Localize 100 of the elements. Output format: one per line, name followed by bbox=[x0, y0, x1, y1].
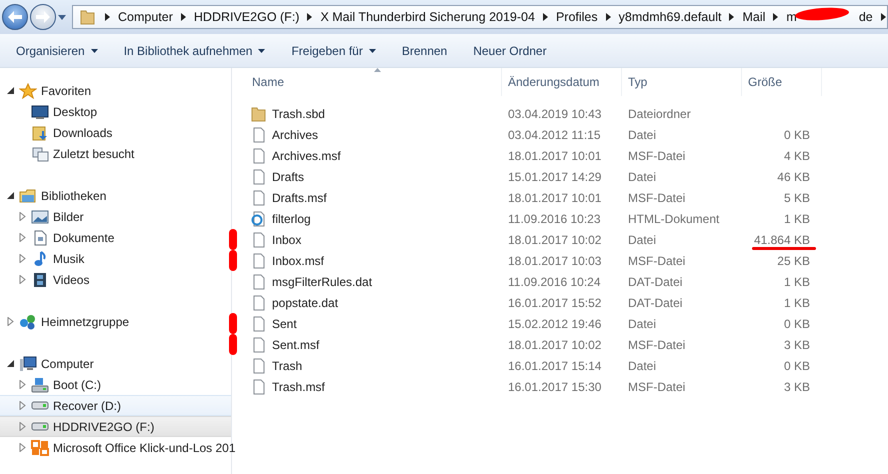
nav-group[interactable]: Favoriten bbox=[0, 80, 231, 101]
nav-item[interactable]: Videos bbox=[0, 269, 231, 290]
nav-item[interactable]: HDDRIVE2GO (F:) bbox=[0, 416, 231, 437]
file-name[interactable]: Drafts.msf bbox=[272, 190, 327, 204]
collapsed-arrow-icon[interactable] bbox=[18, 212, 27, 221]
type-cell-text: MSF-Datei bbox=[627, 380, 686, 394]
folder-icon bbox=[79, 9, 97, 25]
system-drive-icon bbox=[31, 376, 49, 392]
chevron-icon bbox=[180, 13, 186, 21]
arrow-right-icon bbox=[36, 11, 50, 23]
size-cell: 3 KB bbox=[784, 338, 810, 352]
expanded-arrow-icon[interactable] bbox=[6, 359, 15, 368]
file-name[interactable]: popstate.dat bbox=[272, 296, 338, 310]
breadcrumb[interactable]: HDDRIVE2GO (F:) bbox=[194, 10, 300, 24]
size-cell: 46 KB bbox=[777, 170, 810, 184]
date-cell-text: 11.09.2016 10:24 bbox=[507, 274, 602, 288]
type-cell-text: DAT-Datei bbox=[627, 296, 684, 310]
file-name[interactable]: filterlog bbox=[272, 212, 311, 226]
type-cell-text: Datei bbox=[627, 128, 658, 142]
file-name[interactable]: Trash.msf bbox=[272, 380, 325, 394]
breadcrumb[interactable]: Mail bbox=[742, 10, 766, 24]
office-icon bbox=[31, 440, 49, 456]
size-cell: 25 KB bbox=[777, 254, 810, 268]
nav-item[interactable]: Bilder bbox=[0, 206, 231, 227]
file-name[interactable]: Sent bbox=[272, 316, 297, 330]
type-cell-text: MSF-Datei bbox=[627, 190, 686, 204]
type-cell-text: Datei bbox=[627, 316, 658, 330]
toolbar-button[interactable]: Organisieren bbox=[6, 40, 108, 62]
collapsed-arrow-icon[interactable] bbox=[18, 275, 27, 284]
collapsed-arrow-icon[interactable] bbox=[6, 317, 15, 326]
size-cell: 4 KB bbox=[784, 148, 810, 162]
breadcrumb[interactable]: X Mail Thunderbird Sicherung 2019-04 bbox=[320, 10, 535, 24]
library-folder-icon bbox=[19, 188, 37, 204]
date-cell-text: 11.09.2016 10:23 bbox=[507, 212, 602, 226]
file-name[interactable]: Inbox.msf bbox=[272, 254, 324, 268]
collapsed-arrow-icon[interactable] bbox=[18, 233, 27, 242]
type-cell-text: Datei bbox=[627, 358, 658, 372]
date-cell-text: 03.04.2012 11:15 bbox=[507, 128, 602, 142]
file-name[interactable]: msgFilterRules.dat bbox=[272, 274, 372, 288]
expanded-arrow-icon[interactable] bbox=[6, 86, 15, 95]
toolbar-button[interactable]: Neuer Ordner bbox=[463, 40, 557, 62]
back-button[interactable] bbox=[2, 4, 28, 30]
toolbar-button[interactable]: Brennen bbox=[392, 40, 458, 62]
nav-group[interactable]: Computer bbox=[0, 353, 231, 374]
type-cell-text: MSF-Datei bbox=[627, 338, 686, 352]
toolbar-button[interactable]: Freigeben für bbox=[281, 40, 386, 62]
chevron-icon bbox=[773, 13, 778, 21]
type-cell-text: Datei bbox=[627, 170, 658, 184]
nav-group[interactable]: Bibliotheken bbox=[0, 185, 231, 206]
date-cell-text: 18.01.2017 10:01 bbox=[507, 148, 602, 162]
annotation-underline bbox=[752, 246, 816, 250]
drive-icon bbox=[31, 422, 49, 431]
picture-icon bbox=[31, 208, 49, 224]
file-name[interactable]: Archives.msf bbox=[272, 148, 341, 162]
size-cell: 3 KB bbox=[784, 380, 810, 394]
collapsed-arrow-icon[interactable] bbox=[18, 380, 27, 389]
nav-item[interactable]: Downloads bbox=[0, 122, 231, 143]
size-cell: 5 KB bbox=[784, 190, 810, 204]
nav-item[interactable]: Dokumente bbox=[0, 227, 231, 248]
size-cell: 0 KB bbox=[784, 358, 810, 372]
file-name[interactable]: Archives bbox=[272, 128, 318, 142]
computer-icon bbox=[19, 356, 37, 372]
chevron-icon bbox=[729, 13, 734, 21]
nav-group[interactable]: Heimnetzgruppe bbox=[0, 311, 231, 332]
history-dropdown-icon[interactable] bbox=[58, 14, 66, 20]
chevron-icon bbox=[880, 13, 886, 21]
collapsed-arrow-icon[interactable] bbox=[18, 254, 27, 263]
size-cell: 1 KB bbox=[784, 212, 810, 226]
toolbar-button[interactable]: In Bibliothek aufnehmen bbox=[114, 40, 276, 62]
nav-item[interactable]: Zuletzt besucht bbox=[0, 143, 231, 164]
expanded-arrow-icon[interactable] bbox=[6, 191, 15, 200]
collapsed-arrow-icon[interactable] bbox=[18, 422, 27, 431]
collapsed-arrow-icon[interactable] bbox=[18, 443, 27, 452]
address-bar[interactable]: Computer HDDRIVE2GO (F:) X Mail Thunderbird Sicherung 2019-04 Profiles y8mdmh69.default Mail m de bbox=[72, 5, 888, 29]
nav-item[interactable]: Desktop bbox=[0, 101, 231, 122]
collapsed-arrow-icon[interactable] bbox=[18, 401, 27, 410]
type-cell-text: HTML-Dokument bbox=[627, 212, 720, 226]
file-name[interactable]: Sent.msf bbox=[272, 338, 320, 352]
folder-download-icon bbox=[31, 124, 49, 140]
nav-item[interactable]: Musik bbox=[0, 248, 231, 269]
breadcrumb[interactable]: Computer bbox=[118, 10, 173, 24]
file-name[interactable]: Inbox bbox=[272, 232, 302, 246]
chevron-icon bbox=[105, 13, 110, 21]
nav-item[interactable]: Boot (C:) bbox=[0, 374, 231, 395]
nav-item[interactable]: Recover (D:) bbox=[0, 395, 231, 416]
network-icon bbox=[19, 314, 37, 330]
chevron-icon bbox=[606, 13, 611, 21]
size-cell: 41.864 KB bbox=[754, 232, 810, 246]
forward-button[interactable] bbox=[30, 4, 56, 30]
breadcrumb[interactable]: y8mdmh69.default bbox=[618, 10, 722, 24]
type-cell-text: MSF-Datei bbox=[627, 254, 686, 268]
breadcrumb[interactable]: Profiles bbox=[556, 10, 598, 24]
file-name[interactable]: Trash bbox=[272, 358, 302, 372]
file-name[interactable]: Drafts bbox=[272, 170, 304, 184]
size-cell: 1 KB bbox=[784, 274, 810, 288]
breadcrumb[interactable]: m de bbox=[786, 10, 873, 24]
date-cell-text: 18.01.2017 10:03 bbox=[507, 254, 602, 268]
chevron-icon bbox=[307, 13, 312, 21]
caret-icon bbox=[368, 48, 376, 52]
file-name[interactable]: Trash.sbd bbox=[272, 106, 325, 120]
